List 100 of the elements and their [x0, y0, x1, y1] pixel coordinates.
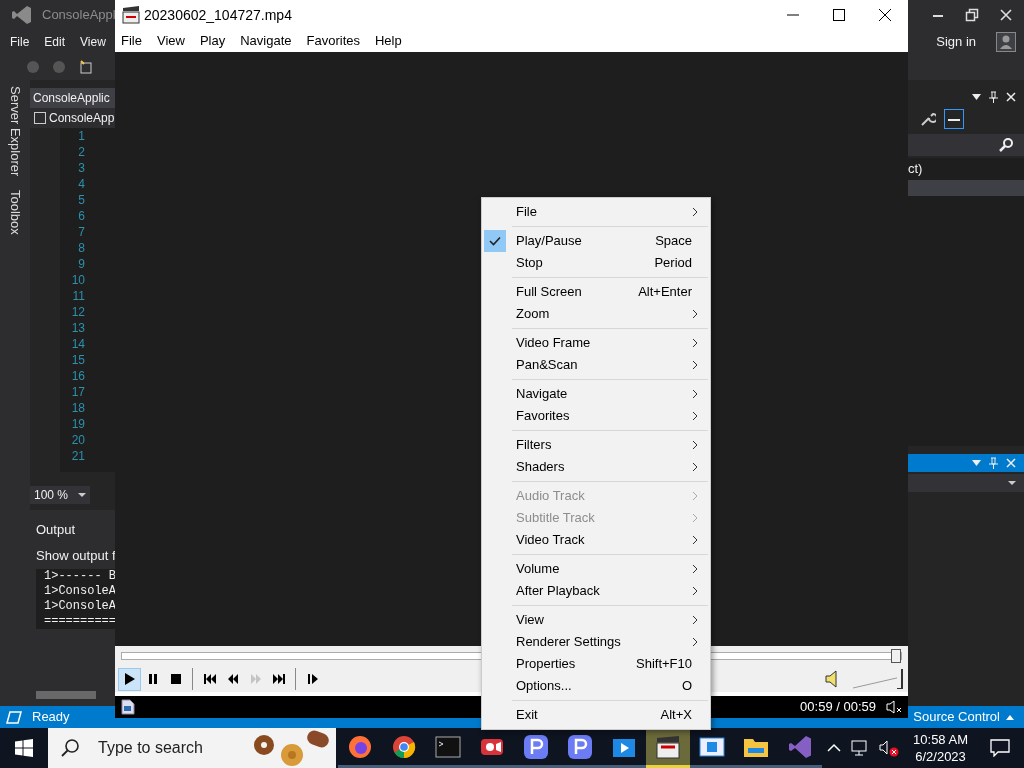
toggle-view-icon[interactable] — [944, 109, 964, 129]
output-line: ========== — [44, 614, 115, 629]
menu-item[interactable]: Play — [199, 31, 226, 51]
line-number: 11 — [72, 288, 85, 304]
menu-item[interactable]: Full Screen Alt+Enter — [482, 281, 710, 303]
menu-item[interactable]: Zoom — [482, 303, 710, 325]
line-number: 7 — [78, 224, 85, 240]
line-number: 21 — [71, 448, 85, 464]
line-number: 18 — [71, 400, 85, 416]
menu-item[interactable]: File — [121, 31, 142, 51]
clapperboard-icon — [655, 733, 681, 760]
menu-item[interactable]: Options... O — [482, 675, 710, 697]
speaker-muted-icon[interactable] — [879, 739, 900, 757]
menu-item[interactable]: Pan&Scan — [482, 354, 710, 376]
zoom-dropdown[interactable]: 100 % — [30, 486, 90, 504]
seek-thumb[interactable] — [891, 649, 901, 663]
menu-item[interactable]: Navigate — [482, 383, 710, 405]
menu-item[interactable]: File — [10, 33, 30, 51]
tree-item[interactable]: ct) — [908, 158, 1024, 180]
menu-item[interactable]: View — [156, 31, 185, 51]
status-text: Ready — [32, 708, 70, 727]
p-letter-icon — [567, 733, 593, 760]
menu-item[interactable]: Shaders — [482, 456, 710, 478]
search-icon — [60, 738, 80, 758]
menu-item[interactable]: Favorites — [306, 31, 360, 51]
avatar-icon[interactable] — [996, 32, 1016, 52]
sign-in-link[interactable]: Sign in — [936, 32, 976, 52]
line-number: 13 — [71, 320, 85, 336]
menu-item[interactable]: Properties Shift+F10 — [482, 653, 710, 675]
fox-globe-icon — [347, 733, 373, 760]
menu-item[interactable]: After Playback — [482, 580, 710, 602]
search-box[interactable]: Type to search — [48, 728, 336, 768]
line-number: 12 — [71, 304, 85, 320]
menu-item[interactable]: Favorites — [482, 405, 710, 427]
menu-item[interactable]: Play/Pause Space — [482, 230, 710, 252]
vs-logo-icon — [11, 4, 33, 26]
speaker-muted-icon[interactable] — [886, 700, 902, 714]
line-number: 9 — [78, 256, 85, 272]
output-source-label: Show output f — [36, 546, 115, 565]
dropdown-arrow-icon[interactable] — [972, 94, 981, 100]
line-number: 16 — [71, 368, 85, 384]
volume-slider[interactable] — [853, 669, 903, 689]
search-icon — [998, 138, 1014, 152]
line-number: 8 — [78, 240, 85, 256]
window-title: 20230602_104727.mp4 — [144, 5, 292, 25]
menu-item[interactable]: Help — [375, 31, 402, 51]
line-number: 15 — [71, 352, 85, 368]
document-icon — [121, 699, 135, 715]
side-panel-tab[interactable]: Toolbox — [5, 190, 25, 236]
menu-item[interactable]: Video Frame — [482, 332, 710, 354]
navigation-dropdown[interactable]: ConsoleApp — [30, 108, 115, 128]
window-icon — [699, 735, 725, 758]
network-icon[interactable] — [851, 740, 870, 756]
panel-title: Output — [36, 521, 77, 539]
menu-item[interactable]: File — [482, 201, 710, 223]
ready-icon — [6, 710, 22, 724]
line-number: 14 — [71, 336, 85, 352]
playback-time: 00:59 / 00:59 — [800, 698, 876, 717]
menu-item[interactable]: Filters — [482, 434, 710, 456]
scrollbar-thumb[interactable] — [36, 691, 96, 699]
document-tab[interactable]: ConsoleApplic — [30, 88, 115, 108]
menu-item[interactable]: Volume — [482, 558, 710, 580]
line-number: 6 — [78, 208, 85, 224]
menu-item[interactable]: View — [80, 33, 106, 51]
menu-item[interactable]: View — [482, 609, 710, 631]
menu-item[interactable]: Edit — [44, 33, 66, 51]
output-line: 1>------ B — [44, 569, 115, 584]
clapperboard-icon — [122, 6, 140, 24]
source-control-button[interactable]: Source Control — [913, 707, 1014, 727]
terminal-icon — [435, 735, 461, 758]
line-number: 20 — [71, 432, 85, 448]
line-number: 19 — [71, 416, 85, 432]
dropdown-field[interactable] — [908, 474, 1024, 492]
menu-item[interactable]: Renderer Settings — [482, 631, 710, 653]
infinity-logo-icon — [787, 733, 813, 760]
line-number: 17 — [71, 384, 85, 400]
side-panel-tab[interactable]: Server Explorer — [5, 86, 25, 177]
menu-item[interactable]: Video Track — [482, 529, 710, 551]
line-number: 2 — [78, 144, 85, 160]
close-icon[interactable] — [1006, 92, 1016, 102]
menu-item[interactable]: Stop Period — [482, 252, 710, 274]
p-letter-icon — [523, 733, 549, 760]
circle-logo-icon — [391, 733, 417, 760]
line-number: 4 — [78, 176, 85, 192]
taskbar-app-button[interactable] — [646, 728, 690, 768]
menu-item[interactable]: Navigate — [240, 31, 292, 51]
pin-icon[interactable] — [989, 91, 998, 103]
chevron-up-icon[interactable] — [827, 743, 842, 753]
wrench-icon[interactable] — [920, 111, 936, 127]
notifications-icon[interactable] — [990, 739, 1010, 757]
new-project-icon[interactable] — [78, 59, 94, 75]
line-number: 3 — [78, 160, 85, 176]
line-number: 1 — [78, 128, 85, 144]
search-field[interactable] — [908, 134, 1024, 156]
window-title: ConsoleAppl — [42, 6, 116, 25]
clock-time[interactable]: 10:58 AM — [913, 731, 968, 748]
line-number: 5 — [78, 192, 85, 208]
menu-item[interactable]: Exit Alt+X — [482, 704, 710, 726]
line-number: 10 — [71, 272, 85, 288]
clock-date[interactable]: 6/2/2023 — [915, 748, 966, 765]
